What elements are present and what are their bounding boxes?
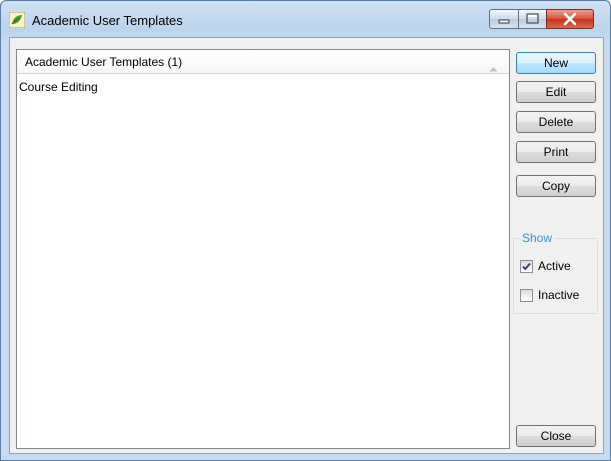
- maximize-button[interactable]: [518, 9, 547, 29]
- app-leaf-icon: [8, 11, 26, 29]
- active-label: Active: [538, 259, 571, 273]
- window-title: Academic User Templates: [32, 13, 183, 28]
- checkmark-icon: [522, 262, 531, 271]
- close-window-button[interactable]: [546, 9, 594, 29]
- close-button[interactable]: Close: [516, 425, 596, 447]
- maximize-icon: [526, 13, 539, 24]
- academic-user-templates-window: Academic User Templates Academic User Te…: [0, 0, 611, 461]
- templates-list[interactable]: Academic User Templates (1) Course Editi…: [16, 49, 510, 449]
- close-icon: [563, 12, 577, 26]
- show-group-label: Show: [520, 231, 555, 245]
- edit-button[interactable]: Edit: [516, 81, 596, 103]
- active-checkbox-box[interactable]: [520, 260, 533, 273]
- title-bar[interactable]: Academic User Templates: [1, 1, 610, 37]
- inactive-checkbox-box[interactable]: [520, 289, 533, 302]
- column-header-label: Academic User Templates (1): [25, 55, 183, 69]
- delete-button[interactable]: Delete: [516, 111, 596, 133]
- list-column-header[interactable]: Academic User Templates (1): [17, 50, 509, 74]
- dialog-client-area: Academic User Templates (1) Course Editi…: [9, 37, 604, 454]
- copy-button[interactable]: Copy: [516, 175, 596, 197]
- new-button[interactable]: New: [516, 52, 596, 74]
- sort-ascending-icon: [489, 59, 498, 77]
- minimize-icon: [498, 19, 510, 24]
- list-item[interactable]: Course Editing: [19, 80, 98, 94]
- minimize-button[interactable]: [489, 9, 519, 29]
- inactive-label: Inactive: [538, 288, 580, 302]
- show-groupbox: Show Active Inactive: [513, 231, 598, 314]
- print-button[interactable]: Print: [516, 141, 596, 163]
